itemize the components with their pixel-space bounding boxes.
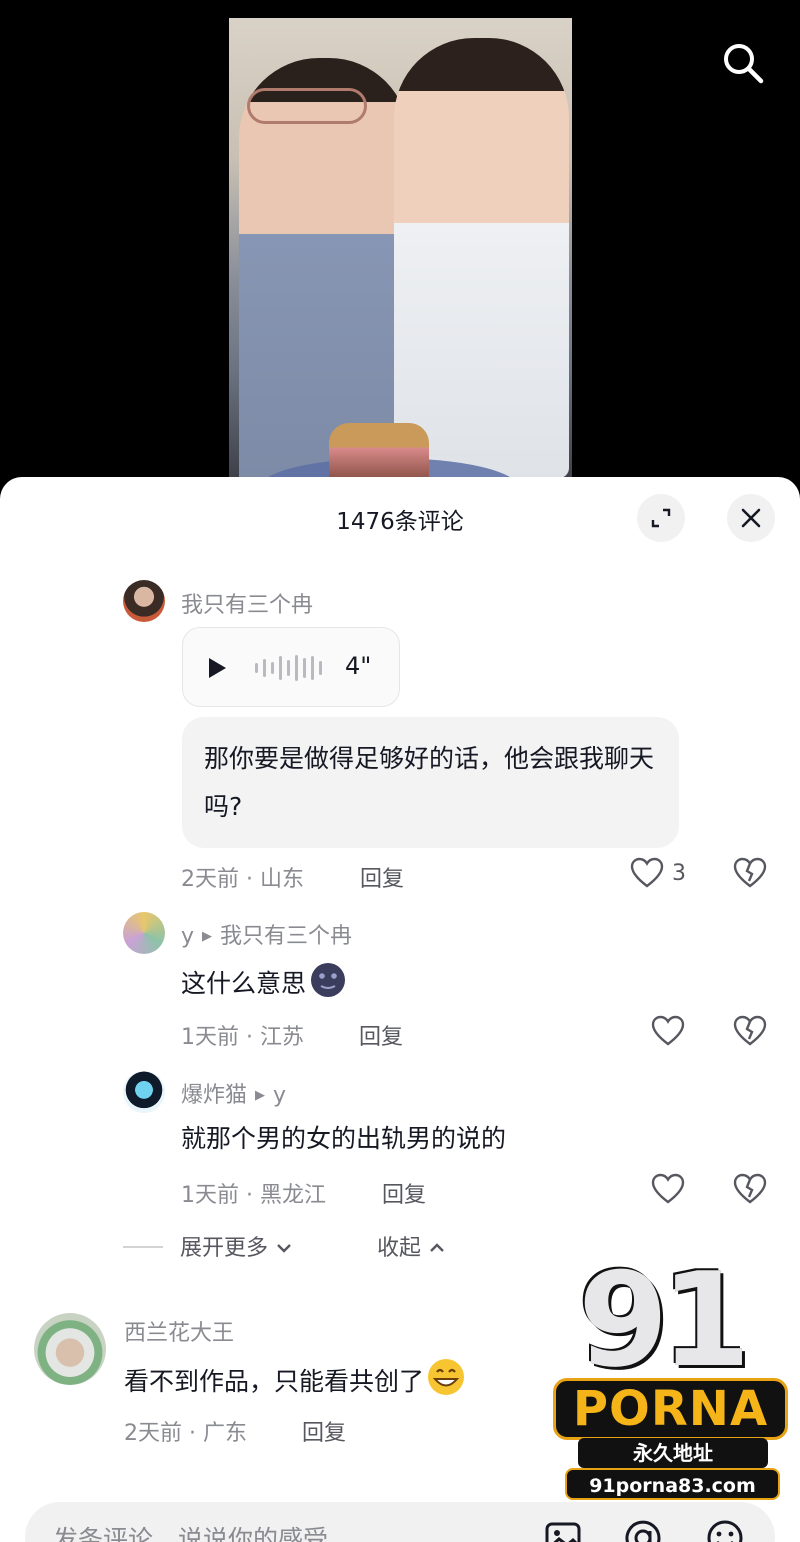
watermark-number: 91 — [578, 1244, 751, 1396]
comment-time: 2天前 — [124, 1421, 182, 1446]
broken-heart-icon — [733, 1015, 767, 1046]
comment-meta: 1天前 · 黑龙江 — [181, 1183, 326, 1208]
voice-message[interactable]: 4" — [182, 627, 400, 707]
comment-username[interactable]: 我只有三个冉 — [181, 587, 313, 619]
comment-input[interactable]: 发条评论，说说你的感受 — [53, 1520, 328, 1542]
reply-button[interactable]: 回复 — [302, 1415, 346, 1447]
collapse-replies-button[interactable]: 收起 — [377, 1230, 446, 1262]
video-glasses — [247, 88, 367, 124]
reply-button[interactable]: 回复 — [360, 861, 404, 893]
heart-icon — [651, 1173, 685, 1204]
comment-meta: 1天前 · 江苏 — [181, 1025, 304, 1050]
like-button[interactable] — [651, 1015, 685, 1047]
watermark-brand: PORNA — [553, 1378, 788, 1440]
image-icon[interactable] — [543, 1518, 583, 1542]
comment-username[interactable]: 西兰花大王 — [124, 1315, 234, 1347]
close-icon — [741, 508, 761, 528]
dislike-button[interactable] — [733, 857, 767, 893]
comment-location: 山东 — [259, 867, 304, 892]
comment-text: 就那个男的女的出轨男的说的 — [181, 1124, 507, 1153]
comment-location: 江苏 — [259, 1025, 304, 1050]
watermark-url: 91porna83.com — [565, 1468, 780, 1500]
reply-to-username[interactable]: y — [273, 1083, 286, 1108]
thread-divider — [123, 1246, 163, 1248]
dislike-button[interactable] — [733, 1173, 767, 1209]
collapse-label: 收起 — [377, 1236, 422, 1261]
chevron-down-icon — [277, 1244, 291, 1253]
video-person-right — [394, 38, 569, 478]
comment-text: 看不到作品，只能看共创了 — [124, 1367, 425, 1396]
comment-username[interactable]: 爆炸猫 — [181, 1083, 247, 1108]
reply-arrow-icon: ▶ — [202, 929, 213, 944]
comment-text: 这什么意思 — [181, 969, 307, 998]
comment-location: 广东 — [202, 1421, 247, 1446]
like-count: 3 — [672, 860, 686, 886]
grinning-emoji-icon — [428, 1359, 465, 1395]
avatar[interactable] — [123, 580, 165, 622]
voice-transcript: 那你要是做得足够好的话，他会跟我聊天吗? — [182, 717, 679, 848]
mention-icon[interactable] — [623, 1518, 663, 1542]
avatar[interactable] — [34, 1313, 106, 1385]
reply-to-username[interactable]: 我只有三个冉 — [220, 924, 352, 949]
expand-sheet-button[interactable] — [637, 494, 685, 542]
voice-duration: 4" — [345, 652, 372, 680]
broken-heart-icon — [733, 1173, 767, 1204]
reply-arrow-icon: ▶ — [255, 1088, 266, 1103]
broken-heart-icon — [733, 857, 767, 888]
comment-time: 1天前 — [181, 1025, 239, 1050]
comment-meta: 2天前 · 广东 — [124, 1421, 247, 1446]
search-button[interactable] — [718, 38, 768, 88]
heart-icon — [630, 857, 664, 888]
comment-location: 黑龙江 — [259, 1183, 326, 1208]
comment-time: 2天前 — [181, 867, 239, 892]
avatar[interactable] — [123, 912, 165, 954]
comment-text-line: 这什么意思 — [181, 962, 348, 1003]
watermark-subtitle: 永久地址 — [578, 1438, 768, 1468]
waveform-icon — [255, 654, 327, 682]
chevron-up-icon — [430, 1243, 444, 1252]
expand-more-label: 展开更多 — [180, 1236, 269, 1261]
video-frame[interactable] — [229, 18, 572, 488]
comment-input-bar[interactable]: 发条评论，说说你的感受 — [25, 1502, 775, 1542]
comment-time: 1天前 — [181, 1183, 239, 1208]
comment-username-line: 爆炸猫 ▶ y — [181, 1077, 286, 1109]
dark-moon-emoji-icon — [311, 963, 346, 997]
search-icon — [724, 44, 764, 84]
emoji-icon[interactable] — [705, 1518, 745, 1542]
video-player[interactable] — [0, 0, 800, 500]
like-button[interactable]: 3 — [630, 857, 686, 889]
expand-icon — [651, 508, 671, 528]
close-sheet-button[interactable] — [727, 494, 775, 542]
comment-meta: 2天前 · 山东 — [181, 867, 304, 892]
comment-username-line: y ▶ 我只有三个冉 — [181, 918, 352, 950]
expand-more-replies-button[interactable]: 展开更多 — [180, 1230, 293, 1262]
comment-text-line: 看不到作品，只能看共创了 — [124, 1358, 466, 1401]
avatar[interactable] — [123, 1071, 165, 1113]
watermark-logo: 91 PORNA 永久地址 91porna83.com — [553, 1250, 788, 1505]
heart-icon — [651, 1015, 685, 1046]
reply-button[interactable]: 回复 — [382, 1177, 426, 1209]
dislike-button[interactable] — [733, 1015, 767, 1051]
reply-button[interactable]: 回复 — [359, 1019, 403, 1051]
like-button[interactable] — [651, 1173, 685, 1205]
play-icon — [209, 658, 226, 678]
comment-username[interactable]: y — [181, 924, 194, 949]
